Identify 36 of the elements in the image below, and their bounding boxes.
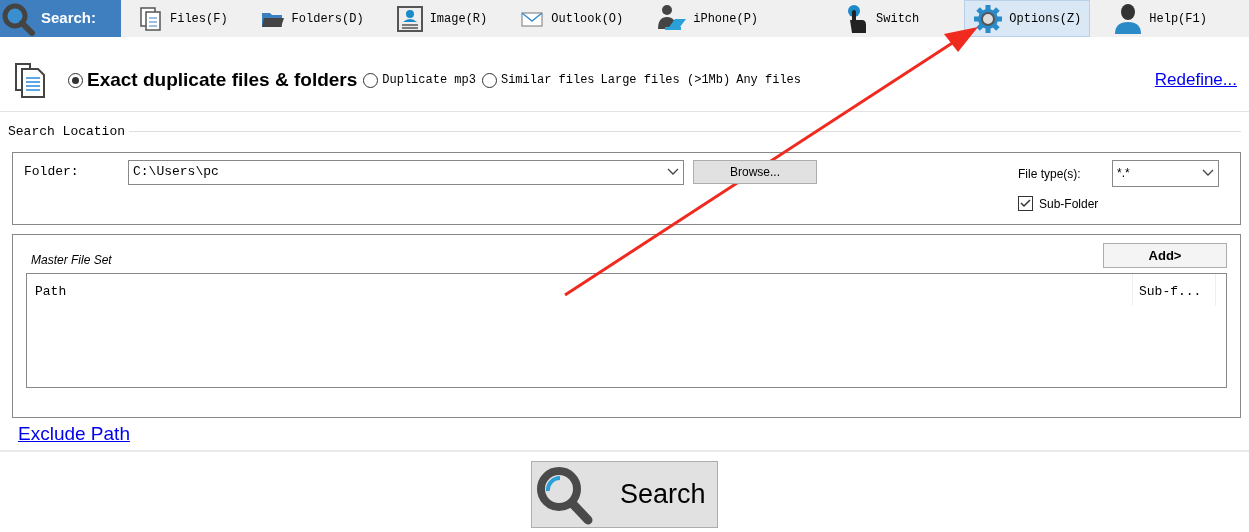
gear-icon [973, 3, 1004, 34]
radio-option[interactable]: Duplicate mp3 [363, 71, 476, 89]
redefine-link[interactable]: Redefine... [1154, 67, 1237, 93]
magnifier-icon [1, 1, 35, 36]
toolbar-button[interactable]: Help(F1) [1104, 0, 1216, 37]
file-types-label: File type(s): [1018, 166, 1082, 183]
documents-icon [138, 5, 164, 32]
toolbar-button[interactable]: Image(R) [386, 0, 497, 37]
radio-option[interactable]: Exact duplicate files & folders [68, 65, 358, 95]
toolbar-button[interactable]: Files(F) [129, 0, 237, 37]
option-label[interactable]: Large files (>1Mb) [600, 71, 731, 89]
checkmark-icon [1020, 199, 1031, 208]
toolbar-button[interactable]: Outlook(O) [510, 0, 633, 37]
person-icon [1113, 2, 1144, 35]
folder-combobox[interactable]: C:\Users\pc [128, 159, 684, 185]
file-types-combobox[interactable]: *.* [1112, 159, 1219, 187]
toolbar-button[interactable]: Options(Z) [964, 0, 1091, 37]
folder-label: Folder: [24, 162, 80, 181]
column-header: Path [34, 282, 68, 301]
radio-option[interactable]: Similar files [481, 71, 595, 89]
toolbar-button[interactable]: Switch [833, 0, 929, 37]
option-label[interactable]: Any files [736, 71, 801, 89]
sub-folder-checkbox[interactable]: Sub-Folder [1018, 194, 1219, 213]
column-header: Sub-f... [1132, 273, 1216, 306]
id-card-icon [395, 4, 424, 33]
search-tab[interactable]: Search: [0, 0, 121, 37]
section-title: Search Location [8, 123, 126, 141]
section-title: Master File Set [31, 251, 112, 269]
exclude-path-link[interactable]: Exclude Path [18, 419, 130, 448]
chevron-down-icon [1202, 169, 1214, 177]
add-button[interactable]: Add> [1103, 243, 1227, 268]
toolbar-button[interactable]: iPhone(P) [646, 0, 768, 37]
chevron-down-icon [667, 168, 679, 176]
toolbar-button[interactable]: Folders(D) [250, 0, 373, 37]
browse-button[interactable]: Browse... [693, 159, 817, 184]
search-button[interactable]: Search [531, 461, 718, 528]
